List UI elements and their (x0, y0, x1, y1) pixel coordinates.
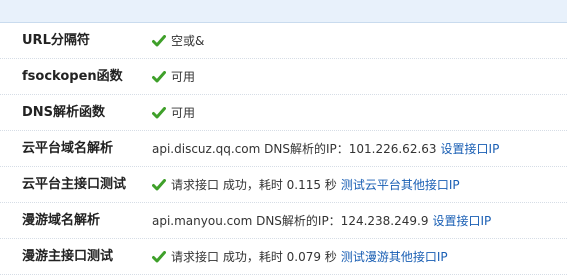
check-icon (152, 107, 166, 119)
diagnostics-table: URL分隔符 空或& fsockopen函数 可用 DNS解析函数 可用 云平台… (0, 23, 567, 275)
row-value: api.discuz.qq.com DNS解析的IP：101.226.62.63… (152, 131, 499, 167)
row-manyou-interface-test: 漫游主接口测试 请求接口 成功，耗时 0.079 秒 测试漫游其他接口IP (0, 239, 567, 275)
row-label: 漫游域名解析 (22, 213, 101, 228)
row-label: 漫游主接口测试 (22, 249, 114, 264)
row-cloud-dns: 云平台域名解析 api.discuz.qq.com DNS解析的IP：101.2… (0, 131, 567, 167)
row-value: 空或& (152, 23, 204, 59)
row-value: api.manyou.com DNS解析的IP：124.238.249.9 设置… (152, 203, 491, 239)
row-url-separator: URL分隔符 空或& (0, 23, 567, 59)
row-value-text: 空或& (171, 34, 205, 48)
row-cloud-interface-test: 云平台主接口测试 请求接口 成功，耗时 0.115 秒 测试云平台其他接口IP (0, 167, 567, 203)
set-interface-ip-link[interactable]: 设置接口IP (432, 203, 491, 239)
row-value-text: 请求接口 成功，耗时 0.115 秒 (171, 178, 337, 192)
row-dns-function: DNS解析函数 可用 (0, 95, 567, 131)
row-value-text: 请求接口 成功，耗时 0.079 秒 (171, 250, 337, 264)
row-label: URL分隔符 (22, 33, 90, 48)
row-value: 可用 (152, 59, 195, 95)
row-value-text: 可用 (171, 106, 196, 120)
row-value-text: 可用 (171, 70, 196, 84)
set-interface-ip-link[interactable]: 设置接口IP (441, 131, 500, 167)
check-icon (152, 35, 166, 47)
row-value-text: api.manyou.com DNS解析的IP：124.238.249.9 (152, 214, 429, 228)
row-fsockopen: fsockopen函数 可用 (0, 59, 567, 95)
row-value: 请求接口 成功，耗时 0.079 秒 测试漫游其他接口IP (152, 239, 448, 275)
row-value: 可用 (152, 95, 195, 131)
row-label: fsockopen函数 (22, 69, 123, 84)
row-manyou-dns: 漫游域名解析 api.manyou.com DNS解析的IP：124.238.2… (0, 203, 567, 239)
check-icon (152, 179, 166, 191)
check-icon (152, 71, 166, 83)
row-value-text: api.discuz.qq.com DNS解析的IP：101.226.62.63 (152, 142, 437, 156)
row-label: 云平台域名解析 (22, 141, 114, 156)
row-label: 云平台主接口测试 (22, 177, 127, 192)
row-label: DNS解析函数 (22, 105, 106, 120)
section-header (0, 0, 567, 23)
check-icon (152, 251, 166, 263)
row-value: 请求接口 成功，耗时 0.115 秒 测试云平台其他接口IP (152, 167, 460, 203)
test-manyou-other-ip-link[interactable]: 测试漫游其他接口IP (341, 239, 448, 275)
test-cloud-other-ip-link[interactable]: 测试云平台其他接口IP (341, 167, 460, 203)
